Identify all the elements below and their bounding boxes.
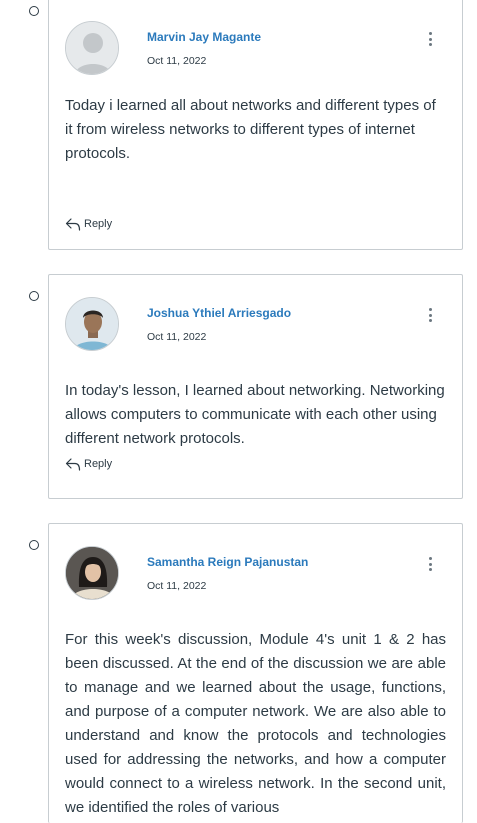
kebab-menu-icon[interactable] — [422, 305, 438, 325]
avatar[interactable] — [65, 546, 119, 600]
thread-bullet-icon — [29, 540, 39, 550]
user-photo-icon — [66, 547, 118, 599]
user-photo-icon — [66, 298, 118, 350]
post-date: Oct 11, 2022 — [147, 55, 207, 67]
kebab-menu-icon[interactable] — [422, 29, 438, 49]
avatar[interactable] — [65, 297, 119, 351]
reply-arrow-icon — [65, 458, 81, 471]
message-body: For this week's discussion, Module 4's u… — [65, 631, 446, 816]
author-name-link[interactable]: Samantha Reign Pajanustan — [147, 555, 308, 569]
thread-bullet-icon — [29, 291, 39, 301]
reply-button[interactable]: Reply — [65, 457, 112, 471]
post-date: Oct 11, 2022 — [147, 580, 207, 592]
author-name-link[interactable]: Joshua Ythiel Arriesgado — [147, 306, 291, 320]
discussion-card: Joshua Ythiel Arriesgado Oct 11, 2022 In… — [48, 274, 463, 499]
thread-bullet-icon — [29, 6, 39, 16]
reply-arrow-icon — [65, 218, 81, 231]
reply-button[interactable]: Reply — [65, 217, 112, 231]
discussion-card: Marvin Jay Magante Oct 11, 2022 Today i … — [48, 0, 463, 250]
post-date: Oct 11, 2022 — [147, 331, 207, 343]
kebab-menu-icon[interactable] — [422, 554, 438, 574]
reply-label: Reply — [84, 218, 113, 230]
message-body: Today i learned all about networks and d… — [65, 97, 436, 162]
reply-label: Reply — [84, 458, 113, 470]
default-avatar-icon — [66, 22, 118, 74]
avatar[interactable] — [65, 21, 119, 75]
discussion-card: Samantha Reign Pajanustan Oct 11, 2022 F… — [48, 523, 463, 823]
author-name-link[interactable]: Marvin Jay Magante — [147, 30, 261, 44]
message-body: In today's lesson, I learned about netwo… — [65, 382, 445, 447]
